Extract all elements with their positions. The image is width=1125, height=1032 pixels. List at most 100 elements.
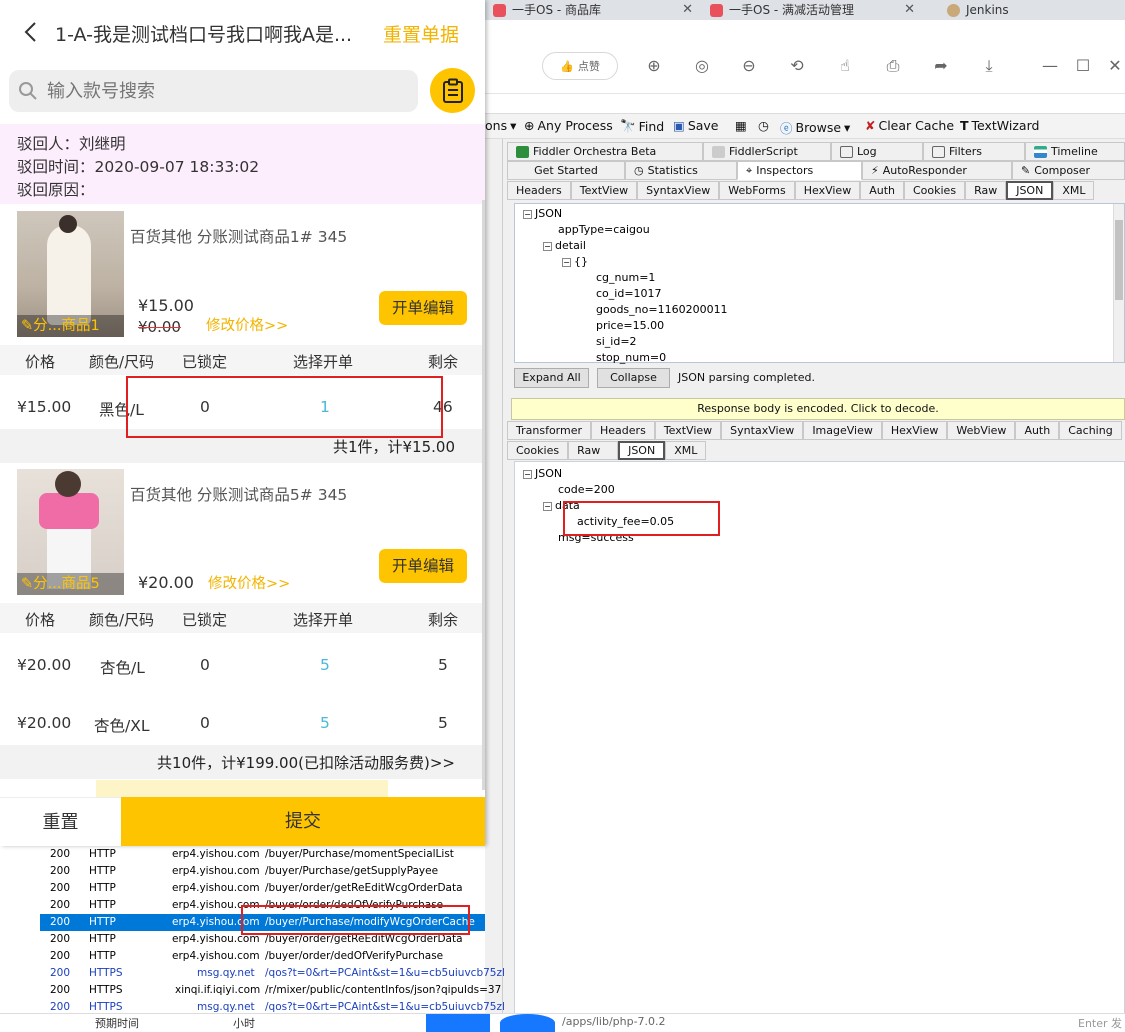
req-tab-syntaxview[interactable]: SyntaxView: [637, 181, 720, 200]
tree-node[interactable]: goods_no=1160200011: [596, 303, 728, 317]
fiddler-splitter[interactable]: [485, 139, 503, 1031]
browse-button[interactable]: ⓔ Browse ▾: [780, 118, 850, 137]
edit-price-link[interactable]: 修改价格>>: [208, 572, 290, 593]
tree-node[interactable]: − detail: [543, 239, 586, 253]
tab-statistics[interactable]: ◷ Statistics: [625, 161, 737, 180]
browser-tab[interactable]: 一手OS - 满减活动管理 ✕: [710, 0, 915, 20]
share-icon[interactable]: ➦: [931, 56, 951, 76]
session-row-selected[interactable]: 200 HTTP erp4.yishou.com/buyer/Purchase/mo…: [40, 914, 485, 931]
tree-node[interactable]: − JSON: [523, 207, 562, 221]
collapse-toggle-icon[interactable]: −: [523, 470, 532, 479]
session-row[interactable]: 200 HTTP erp4.yishou.com/buyer/order/dedOf…: [40, 948, 485, 965]
blue-button[interactable]: [426, 1014, 490, 1032]
tab-composer[interactable]: ✎ Composer: [1012, 161, 1125, 180]
session-row[interactable]: 200 HTTP erp4.yishou.com/buyer/Purchase/ge…: [40, 863, 485, 880]
resp-tab-caching[interactable]: Caching: [1059, 421, 1122, 440]
resp-tab-textview[interactable]: TextView: [654, 421, 722, 440]
resp-tab-syntaxview[interactable]: SyntaxView: [721, 421, 804, 440]
session-row[interactable]: 200 HTTP erp4.yishou.com/buyer/order/dedOf…: [40, 897, 485, 914]
maximize-icon[interactable]: ☐: [1073, 56, 1093, 76]
resp-tab-transformer[interactable]: Transformer: [507, 421, 592, 440]
collapse-toggle-icon[interactable]: −: [543, 502, 552, 511]
tab-get-started[interactable]: Get Started: [507, 161, 625, 180]
tab-inspectors[interactable]: ⌖ Inspectors: [737, 161, 862, 180]
close-tab-icon[interactable]: ✕: [904, 1, 915, 19]
session-row[interactable]: 200 HTTPS msg.qy.net/qos?t=0&rt=PCAint&st=…: [40, 965, 505, 982]
close-window-icon[interactable]: ✕: [1105, 56, 1125, 76]
screenshot-icon[interactable]: ▦: [735, 118, 747, 133]
collapse-toggle-icon[interactable]: −: [523, 210, 532, 219]
edit-price-link[interactable]: 修改价格>>: [206, 314, 288, 335]
tree-node[interactable]: cg_num=1: [596, 271, 655, 285]
product-thumbnail[interactable]: ✎分...商品5: [17, 469, 124, 595]
selected-quantity[interactable]: 5: [320, 656, 330, 674]
req-tab-json[interactable]: JSON: [1006, 181, 1054, 200]
req-tab-headers[interactable]: Headers: [507, 181, 571, 200]
tab-filters[interactable]: Filters: [923, 142, 1025, 161]
actual-size-icon[interactable]: ◎: [692, 56, 712, 76]
tree-node[interactable]: activity_fee=0.05: [577, 515, 674, 529]
resp-tab-raw[interactable]: Raw: [568, 441, 619, 460]
session-row[interactable]: 200 HTTP erp4.yishou.com/buyer/order/getRe…: [40, 931, 485, 948]
response-encoded-banner[interactable]: Response body is encoded. Click to decod…: [511, 398, 1125, 420]
session-row[interactable]: 200 HTTP erp4.yishou.com/buyer/Purchase/mo…: [40, 846, 485, 863]
tab-timeline[interactable]: Timeline: [1025, 142, 1125, 161]
reset-document-button[interactable]: 重置单据: [383, 20, 459, 47]
tree-node[interactable]: −{}: [562, 255, 588, 269]
open-edit-button[interactable]: 开单编辑: [379, 291, 467, 325]
resp-tab-cookies[interactable]: Cookies: [507, 441, 569, 460]
zoom-in-icon[interactable]: ⊕: [644, 56, 664, 76]
reset-button[interactable]: 重置: [0, 797, 121, 846]
avatar[interactable]: [500, 1014, 555, 1032]
text-wizard-button[interactable]: T TextWizard: [960, 118, 1039, 133]
timer-icon[interactable]: ◷: [758, 118, 769, 133]
resp-tab-xml[interactable]: XML: [665, 441, 707, 460]
tree-node[interactable]: price=15.00: [596, 319, 664, 333]
minimize-icon[interactable]: —: [1040, 56, 1060, 76]
tree-node[interactable]: code=200: [558, 483, 615, 497]
scroll-thumb[interactable]: [1115, 220, 1123, 300]
submit-button[interactable]: 提交: [121, 797, 485, 846]
hand-tool-icon[interactable]: ☝: [835, 56, 855, 76]
product-summary[interactable]: 共10件，计¥199.00(已扣除活动服务费)>>: [0, 745, 485, 779]
req-tab-hexview[interactable]: HexView: [794, 181, 861, 200]
req-tab-xml[interactable]: XML: [1053, 181, 1095, 200]
resp-tab-hexview[interactable]: HexView: [881, 421, 948, 440]
resp-tab-auth[interactable]: Auth: [1015, 421, 1060, 440]
collapse-toggle-icon[interactable]: −: [562, 258, 571, 267]
collapse-button[interactable]: Collapse: [597, 368, 670, 388]
any-process-button[interactable]: ⊕ Any Process: [524, 118, 613, 133]
tree-node[interactable]: − JSON: [523, 467, 562, 481]
selected-quantity[interactable]: 1: [320, 398, 330, 416]
tab-fiddler-orchestra[interactable]: Fiddler Orchestra Beta: [507, 142, 703, 161]
tree-node[interactable]: msg=success: [558, 531, 634, 545]
tree-node[interactable]: − data: [543, 499, 580, 513]
search-box[interactable]: [9, 70, 418, 112]
resp-tab-headers[interactable]: Headers: [591, 421, 655, 440]
like-button[interactable]: 👍 点赞: [542, 52, 618, 80]
app-scrollbar[interactable]: [482, 200, 485, 790]
resp-tab-imageview[interactable]: ImageView: [803, 421, 882, 440]
resp-tab-webview[interactable]: WebView: [947, 421, 1016, 440]
req-tab-webforms[interactable]: WebForms: [719, 181, 795, 200]
browser-tab[interactable]: 一手OS - 商品库 ✕: [493, 0, 693, 20]
tab-log[interactable]: Log: [831, 142, 923, 161]
selected-quantity[interactable]: 5: [320, 714, 330, 732]
save-button[interactable]: ▣ Save: [673, 118, 719, 133]
zoom-out-icon[interactable]: ⊖: [739, 56, 759, 76]
open-edit-button[interactable]: 开单编辑: [379, 549, 467, 583]
tree-node[interactable]: co_id=1017: [596, 287, 662, 301]
browser-tab[interactable]: Jenkins: [947, 0, 1117, 20]
dropdown-arrow-icon[interactable]: ▾: [844, 120, 850, 135]
session-row[interactable]: 200 HTTP erp4.yishou.com/buyer/order/getRe…: [40, 880, 485, 897]
req-tab-cookies[interactable]: Cookies: [903, 181, 966, 200]
collapse-toggle-icon[interactable]: −: [543, 242, 552, 251]
tree-node[interactable]: appType=caigou: [558, 223, 650, 237]
session-row[interactable]: 200 HTTPS xinqi.if.iqiyi.com/r/mixer/publi…: [40, 982, 501, 999]
req-tab-auth[interactable]: Auth: [860, 181, 904, 200]
tab-autoresponder[interactable]: ⚡ AutoResponder: [862, 161, 1012, 180]
clipboard-button[interactable]: [430, 68, 475, 113]
req-tab-raw[interactable]: Raw: [965, 181, 1007, 200]
print-icon[interactable]: ⎙: [883, 56, 903, 76]
find-button[interactable]: 🔭 Find: [620, 118, 664, 134]
